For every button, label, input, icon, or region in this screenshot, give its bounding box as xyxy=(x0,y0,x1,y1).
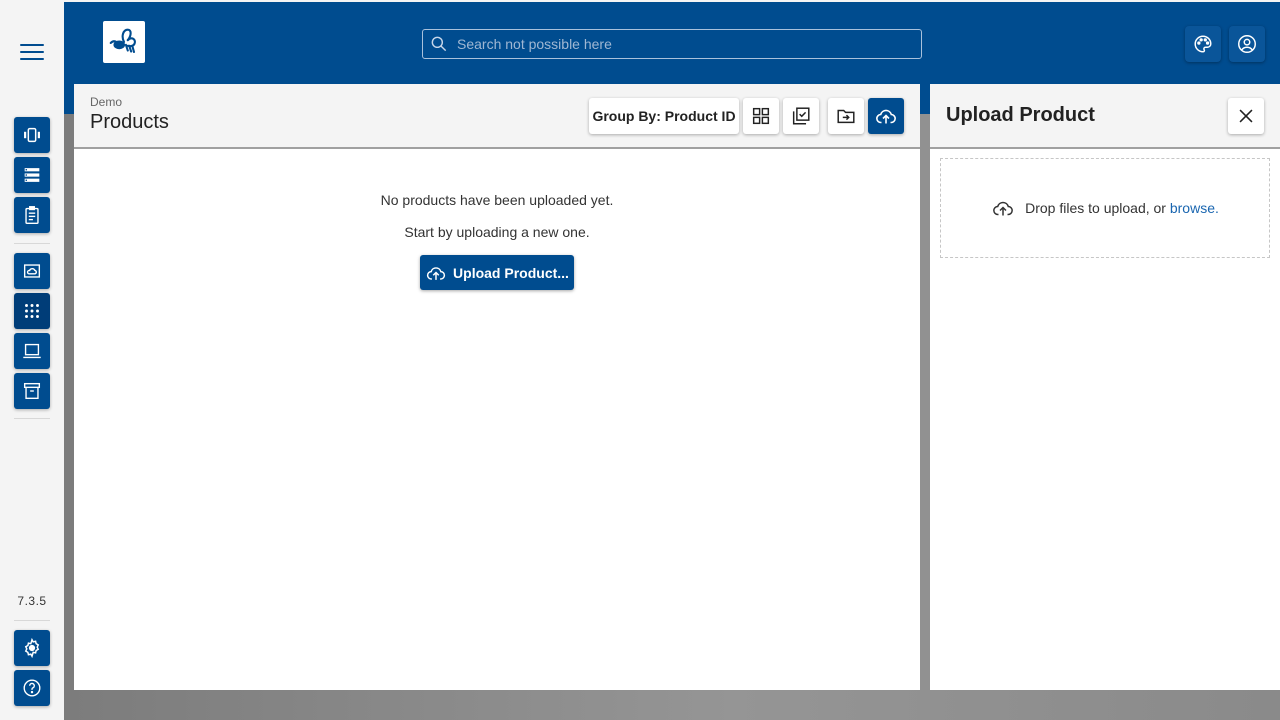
multi-select-icon xyxy=(792,107,810,125)
help-icon xyxy=(23,679,41,697)
cloud-upload-icon xyxy=(993,201,1013,216)
rail-item-cloud[interactable] xyxy=(14,253,50,289)
theme-button[interactable] xyxy=(1185,26,1221,62)
upload-product-button[interactable]: Upload Product... xyxy=(420,255,574,290)
rail-divider xyxy=(14,620,50,621)
help-button[interactable] xyxy=(14,670,50,706)
laptop-icon xyxy=(23,343,41,359)
account-button[interactable] xyxy=(1229,26,1265,62)
browse-link[interactable]: browse. xyxy=(1170,200,1219,216)
upload-product-panel: Upload Product Drop files to upload, or … xyxy=(930,84,1280,690)
settings-button[interactable] xyxy=(14,630,50,666)
dropzone-label: Drop files to upload, or xyxy=(1025,200,1170,216)
close-button[interactable] xyxy=(1228,98,1264,134)
upload-toolbar-button[interactable] xyxy=(868,98,904,134)
grid-view-button[interactable] xyxy=(743,98,779,134)
rail-item-archive[interactable] xyxy=(14,373,50,409)
cloud-image-icon xyxy=(23,264,41,278)
bee-logo-icon[interactable] xyxy=(103,21,145,63)
dropzone-text: Drop files to upload, or browse. xyxy=(1025,200,1219,216)
rail-item-tasks[interactable] xyxy=(14,197,50,233)
side-panel-title: Upload Product xyxy=(946,104,1095,126)
breadcrumb[interactable]: Demo xyxy=(90,95,122,109)
empty-state-hint: Start by uploading a new one. xyxy=(404,224,590,240)
folder-move-icon xyxy=(837,109,855,124)
grid-view-icon xyxy=(752,107,770,125)
navigation-rail: 7.3.5 xyxy=(0,0,64,720)
search-field[interactable] xyxy=(422,29,922,59)
file-dropzone[interactable]: Drop files to upload, or browse. xyxy=(940,158,1270,258)
cloud-upload-icon xyxy=(426,266,446,280)
app-version: 7.3.5 xyxy=(17,594,47,608)
page-title: Products xyxy=(90,111,169,133)
side-panel-header: Upload Product xyxy=(930,84,1280,149)
gear-icon xyxy=(24,637,40,659)
rail-item-products[interactable] xyxy=(14,293,50,329)
close-icon xyxy=(1239,109,1253,123)
cloud-upload-icon xyxy=(876,109,896,124)
search-icon xyxy=(431,36,447,52)
dots-grid-icon xyxy=(25,304,39,318)
rail-item-devices[interactable] xyxy=(14,117,50,153)
vibrate-device-icon xyxy=(24,127,40,143)
multi-select-button[interactable] xyxy=(783,98,819,134)
rail-item-laptop[interactable] xyxy=(14,333,50,369)
group-by-button[interactable]: Group By: Product ID xyxy=(589,98,739,134)
empty-state-message: No products have been uploaded yet. xyxy=(380,192,614,208)
move-to-folder-button[interactable] xyxy=(828,98,864,134)
archive-icon xyxy=(23,382,41,400)
palette-icon xyxy=(1194,35,1212,53)
rail-divider xyxy=(14,418,50,419)
rail-divider xyxy=(14,243,50,244)
clipboard-icon xyxy=(25,206,39,224)
products-panel: Demo Products Group By: Product ID No pr… xyxy=(74,84,920,690)
hamburger-icon[interactable] xyxy=(18,44,46,64)
upload-product-label: Upload Product... xyxy=(453,264,569,281)
panel-header: Demo Products Group By: Product ID xyxy=(74,84,920,149)
rail-item-list[interactable] xyxy=(14,157,50,193)
server-list-icon xyxy=(24,168,40,182)
account-icon xyxy=(1238,35,1256,53)
search-input[interactable] xyxy=(457,36,897,52)
